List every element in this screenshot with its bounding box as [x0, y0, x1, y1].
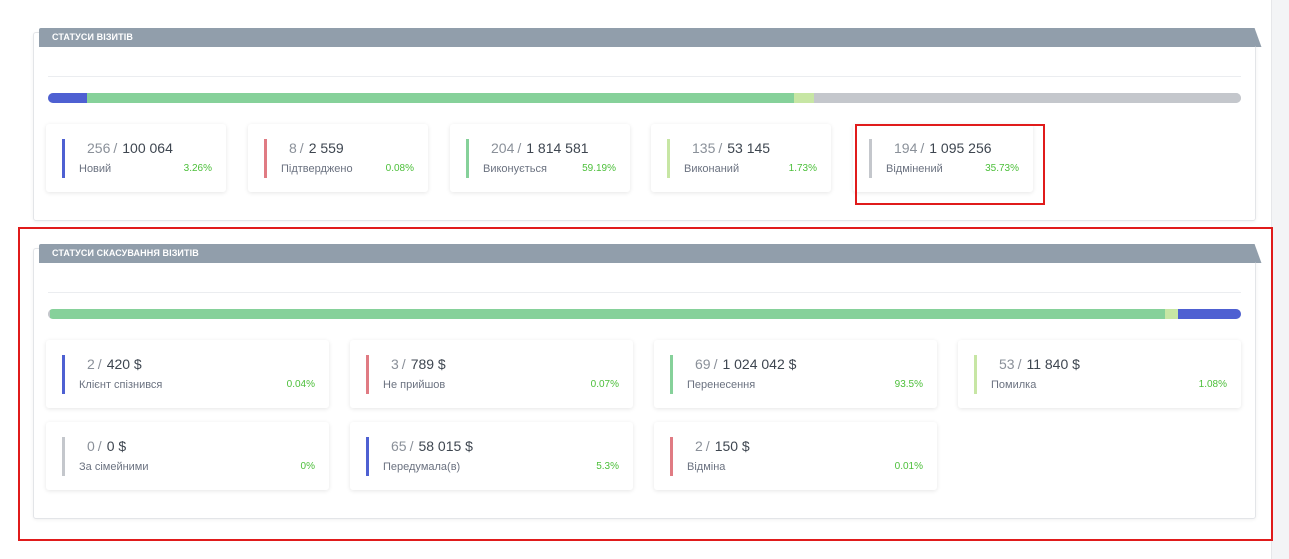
- status-amount: 2 559: [308, 140, 344, 156]
- status-count-amount: 204/1 814 581: [491, 140, 589, 156]
- status-card[interactable]: 256/100 064 Новий 3.26%: [46, 124, 226, 192]
- status-label: Виконується: [483, 163, 547, 175]
- progress-segment: [86, 93, 794, 103]
- highlight-box-cancelled-card: [855, 124, 1045, 205]
- status-percentage: 3.26%: [183, 163, 212, 174]
- status-color-marker: [466, 139, 469, 178]
- highlight-box-cancellation-panel: [18, 227, 1273, 541]
- separator: /: [517, 140, 522, 156]
- progress-segment: [793, 93, 815, 103]
- divider: [48, 76, 1241, 77]
- status-label: Виконаний: [684, 163, 740, 175]
- progress-segment: [48, 93, 87, 103]
- status-label: Новий: [79, 163, 112, 175]
- status-count: 256: [87, 140, 111, 156]
- progress-segment: [814, 93, 1241, 103]
- status-amount: 1 814 581: [526, 140, 589, 156]
- status-percentage: 1.73%: [788, 163, 817, 174]
- status-percentage: 0.08%: [385, 163, 414, 174]
- status-count: 8: [289, 140, 297, 156]
- status-card[interactable]: 204/1 814 581 Виконується 59.19%: [450, 124, 630, 192]
- status-count-amount: 8/2 559: [289, 140, 344, 156]
- status-percentage: 59.19%: [582, 163, 616, 174]
- status-color-marker: [264, 139, 267, 178]
- status-count: 135: [692, 140, 716, 156]
- separator: /: [299, 140, 304, 156]
- visit-statuses-title: СТАТУСИ ВІЗИТІВ: [39, 28, 1255, 47]
- separator: /: [718, 140, 723, 156]
- status-amount: 53 145: [727, 140, 771, 156]
- status-amount: 100 064: [122, 140, 173, 156]
- status-color-marker: [667, 139, 670, 178]
- status-count-amount: 256/100 064: [87, 140, 173, 156]
- status-label: Підтверджено: [281, 163, 353, 175]
- separator: /: [113, 140, 118, 156]
- status-card[interactable]: 8/2 559 Підтверджено 0.08%: [248, 124, 428, 192]
- status-count: 204: [491, 140, 515, 156]
- status-count-amount: 135/53 145: [692, 140, 770, 156]
- status-card[interactable]: 135/53 145 Виконаний 1.73%: [651, 124, 831, 192]
- status-color-marker: [62, 139, 65, 178]
- visit-statuses-progress-bar: [48, 93, 1241, 103]
